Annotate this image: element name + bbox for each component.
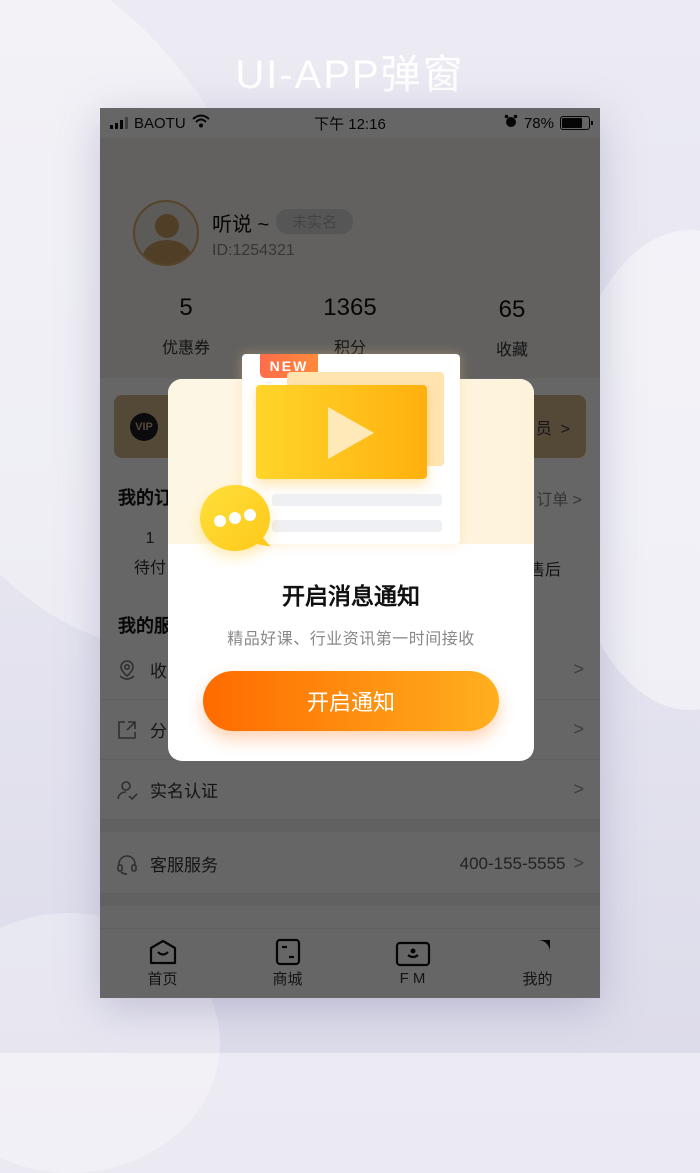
chat-bubble-icon <box>200 485 274 551</box>
play-icon <box>328 407 374 459</box>
phone-screen: 听说 ~ 未实名 ID:1254321 BAOTU 下午 12:16 78% 5… <box>100 108 600 998</box>
doc-line <box>272 520 442 532</box>
notification-modal: NEW 开启消息通知 精品好课、行业资讯第一时间接收 开启通知 <box>168 354 534 761</box>
modal-subtitle: 精品好课、行业资讯第一时间接收 <box>227 631 475 648</box>
modal-title: 开启消息通知 <box>282 583 420 609</box>
video-card <box>256 385 427 479</box>
page-heading: UI-APP弹窗 <box>235 53 465 97</box>
enable-notification-button[interactable]: 开启通知 <box>203 671 499 731</box>
doc-illustration: NEW <box>242 354 460 544</box>
doc-line <box>272 494 442 506</box>
